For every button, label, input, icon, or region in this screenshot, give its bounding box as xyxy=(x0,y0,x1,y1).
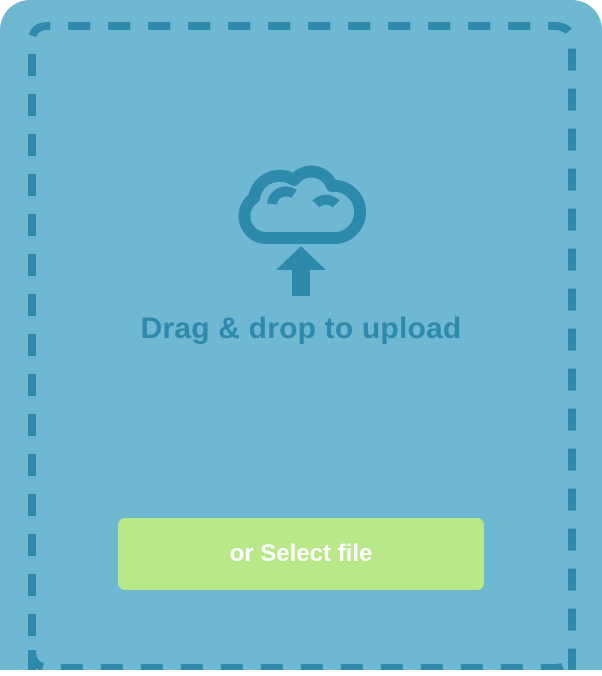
upload-dropzone[interactable]: Drag & drop to upload or Select file xyxy=(0,0,602,670)
cloud-upload-icon xyxy=(238,165,366,296)
select-file-button[interactable]: or Select file xyxy=(118,518,484,590)
drop-label: Drag & drop to upload xyxy=(140,312,462,345)
